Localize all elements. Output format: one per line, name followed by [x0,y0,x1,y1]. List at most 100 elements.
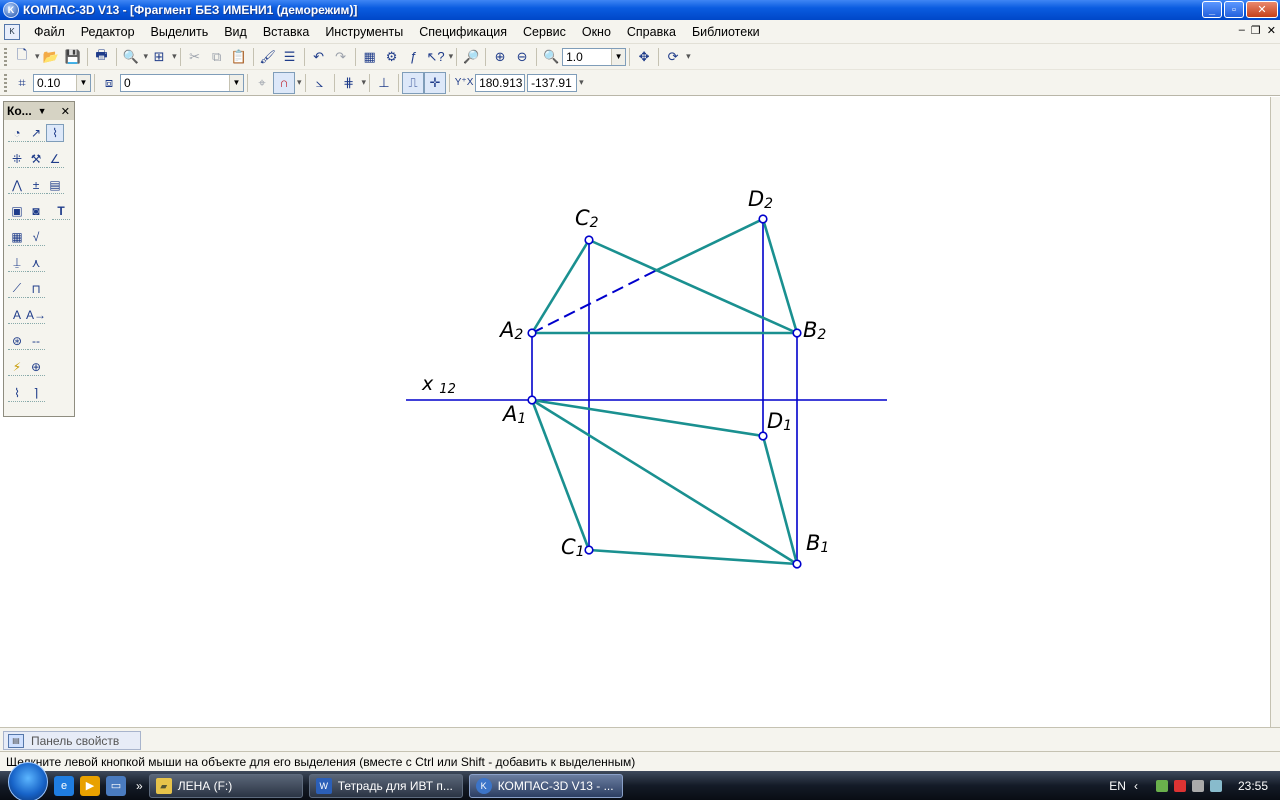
editing-icon[interactable]: ⁜ [8,150,26,168]
zoom-scale-icon[interactable]: 🔍 [540,46,562,68]
view-state-icon[interactable]: ⌖ [251,72,273,94]
zoom-out-icon[interactable]: ⊖ [511,46,533,68]
roughness-icon[interactable]: √ [27,228,45,246]
menu-editor[interactable]: Редактор [73,25,143,39]
chevron-down-icon[interactable]: ▾ [686,51,691,62]
taskbar-button-explorer[interactable]: ▰ ЛЕНА (F:) [148,773,303,798]
segment-c1-b1[interactable] [588,548,798,566]
redo-icon[interactable]: ↷ [330,46,352,68]
chevron-down-icon[interactable]: ▼ [611,48,626,65]
point-a2[interactable] [527,328,537,338]
axis-line-icon[interactable]: -- [27,332,45,350]
arrow-view-icon[interactable]: A→ [26,306,46,324]
round-off-icon[interactable]: ⦣ [309,72,331,94]
menu-specification[interactable]: Спецификация [411,25,515,39]
quick-launch-overflow[interactable]: » [136,779,143,793]
copy-icon[interactable]: ⧉ [206,46,228,68]
paste-icon[interactable]: 📋 [228,46,250,68]
manager-icon[interactable]: ▦ [359,46,381,68]
print-preview-icon[interactable]: 🔍 [120,46,142,68]
open-folder-icon[interactable]: 📂 [40,46,62,68]
internet-explorer-icon[interactable]: e [54,775,74,796]
property-list-icon[interactable]: ☰ [279,46,301,68]
media-player-icon[interactable]: ▶ [80,775,100,796]
variables-icon[interactable]: ƒ [403,46,425,68]
toolbar-grip[interactable] [4,73,7,92]
toolbar-grip[interactable] [4,47,7,66]
break-line-icon[interactable]: ⚡ [8,358,26,376]
properties-panel-tab[interactable]: ▤ Панель свойств [3,731,141,750]
save-icon[interactable]: 💾 [62,46,84,68]
measure-icon[interactable]: ∠ [46,150,64,168]
menu-view[interactable]: Вид [216,25,255,39]
parametrization-icon[interactable]: ⚒ [27,150,45,168]
coord-x-field[interactable]: 180.913 [475,73,526,92]
start-button[interactable] [8,761,48,800]
compact-panel-header[interactable]: Ко... ▼ ✕ [4,102,74,120]
close-button[interactable]: ✕ [1246,1,1278,18]
position-leader-icon[interactable]: A [8,306,26,324]
point-b2[interactable] [792,328,802,338]
point-d1[interactable] [758,431,768,441]
point-d2[interactable] [758,214,768,224]
security-alert-icon[interactable] [1173,779,1186,792]
clock[interactable]: 23:55 [1238,779,1268,793]
segment-d2-b2[interactable] [761,218,799,334]
chevron-down-icon[interactable]: ▾ [172,51,177,62]
undo-icon[interactable]: ↶ [308,46,330,68]
refresh-view-icon[interactable]: ⟳ [662,46,684,68]
fragment-icon[interactable]: ◙ [27,202,45,220]
weld-icon[interactable]: ⋏ [27,254,45,272]
segment-a1-d1[interactable] [531,398,764,438]
menu-insert[interactable]: Вставка [255,25,317,39]
maximize-button[interactable]: ▫ [1224,1,1244,18]
chevron-down-icon[interactable]: ▼ [76,74,90,91]
segment-a1-c1[interactable] [530,399,591,551]
tolerance-icon[interactable]: ⊓ [27,280,45,298]
format-brush-icon[interactable]: 🖌 [257,46,279,68]
layer-combo[interactable]: 0 ▼ [120,73,244,92]
center-mark-icon[interactable]: ⊕ [27,358,45,376]
zoom-in-icon[interactable]: ⊕ [489,46,511,68]
vertical-scrollbar[interactable] [1270,97,1280,727]
network-icon[interactable] [1155,779,1168,792]
drawing-svg[interactable]: x 12 A2 B2 C2 D2 A1 B1 C1 D1 [0,97,1270,727]
menu-tools[interactable]: Инструменты [317,25,411,39]
section-line-icon[interactable]: ⊛ [8,332,26,350]
drawing-canvas[interactable]: x 12 A2 B2 C2 D2 A1 B1 C1 D1 [0,97,1270,727]
menu-file[interactable]: Файл [26,25,73,39]
toolbar-overflow-icon[interactable]: ▾ [449,51,454,62]
chevron-down-icon[interactable]: ▾ [362,77,367,88]
tray-expand-icon[interactable]: ‹ [1134,779,1138,793]
ortho-mode-icon[interactable]: ⎍ [402,71,425,94]
close-icon[interactable]: ✕ [61,105,70,118]
geometry-icon[interactable]: ◔ [8,124,26,142]
segment-d2-visible[interactable] [654,217,764,273]
step-combo[interactable]: 0.10 ▼ [33,73,91,92]
help-pointer-icon[interactable]: ↖? [425,46,447,68]
chevron-down-icon[interactable]: ▼ [229,74,243,91]
point-c2[interactable] [584,235,594,245]
chevron-down-icon[interactable]: ▼ [38,106,47,116]
snap-mode-icon[interactable]: ✛ [424,71,447,94]
pan-icon[interactable]: ✥ [633,46,655,68]
magnet-snap-icon[interactable]: ∩ [273,71,295,94]
print-icon[interactable]: 🖶 [91,46,113,68]
toolbar-overflow-icon[interactable]: ▾ [579,77,584,88]
doc-restore-icon[interactable]: ❐ [1251,24,1261,37]
point-a1[interactable] [527,395,537,405]
coord-y-field[interactable]: -137.91 [527,73,578,92]
properties-icon[interactable]: ⊞ [148,46,170,68]
doc-minimize-icon[interactable]: – [1239,24,1245,37]
wavy-line-icon[interactable]: ⌇ [8,384,26,402]
menu-service[interactable]: Сервис [515,25,574,39]
taskbar-button-word[interactable]: W Тетрадь для ИВТ п... [308,773,463,798]
designations-icon[interactable]: ⌇ [46,124,64,142]
view-insert-icon[interactable]: ▣ [8,202,26,220]
grid-icon[interactable]: ⋕ [338,72,360,94]
menu-window[interactable]: Окно [574,25,619,39]
table-icon[interactable]: ▦ [8,228,26,246]
language-indicator[interactable]: EN [1109,779,1126,793]
dimensions-icon[interactable]: ↗ [27,124,45,142]
new-document-icon[interactable]: 🗋 [11,46,33,68]
